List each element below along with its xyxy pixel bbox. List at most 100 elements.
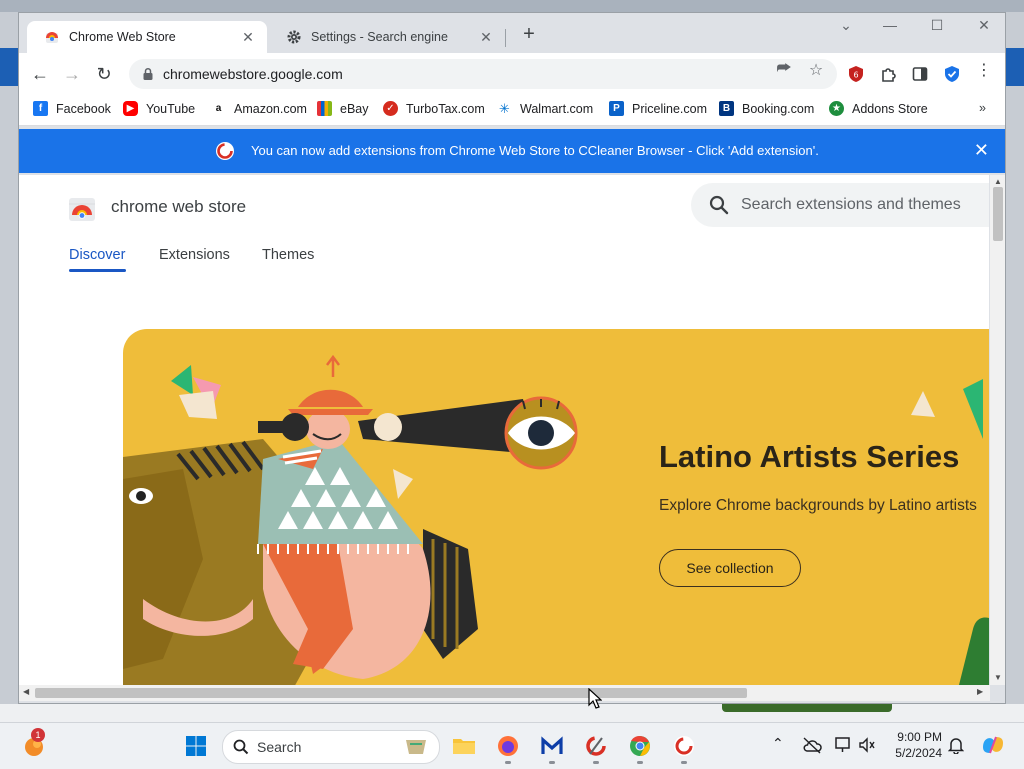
reload-button[interactable]: ↻ — [93, 63, 115, 85]
vertical-scrollbar[interactable]: ▲ ▼ — [990, 175, 1005, 685]
horizontal-scroll-thumb[interactable] — [35, 688, 747, 698]
close-infobar-icon[interactable]: ✕ — [974, 140, 989, 161]
horizontal-scrollbar[interactable]: ◀ ▶ — [19, 685, 990, 701]
bookmark-label: Facebook — [56, 101, 111, 116]
network-icon[interactable] — [834, 736, 854, 754]
bookmark-label: YouTube — [146, 101, 196, 116]
security-shield-icon[interactable] — [943, 65, 961, 83]
running-indicator — [505, 761, 511, 764]
minimize-button[interactable]: — — [875, 17, 905, 33]
tab-extensions[interactable]: Extensions — [159, 247, 230, 263]
ccleaner-icon — [216, 142, 234, 160]
menu-kebab-icon[interactable]: ⋮ — [975, 60, 993, 79]
bookmark-youtube[interactable]: ▶ YouTube — [123, 101, 195, 116]
search-highlight-icon — [406, 740, 426, 754]
ccleaner-app-icon[interactable] — [582, 732, 610, 760]
infobar-message: You can now add extensions from Chrome W… — [251, 143, 819, 158]
speaker-muted-icon[interactable] — [858, 737, 876, 753]
scroll-down-arrow[interactable]: ▼ — [990, 673, 1005, 682]
ublock-shield-icon[interactable]: 6 — [847, 65, 865, 83]
extension-badge: 6 — [853, 71, 858, 80]
ccleaner-browser-icon[interactable] — [670, 732, 698, 760]
maximize-button[interactable]: ☐ — [922, 17, 952, 34]
priceline-icon: P — [609, 101, 624, 116]
tab-settings-search-engine[interactable]: Settings - Search engine ✕ — [269, 21, 505, 53]
active-tab-indicator — [69, 269, 126, 272]
puzzle-extensions-icon[interactable] — [879, 65, 897, 83]
bookmark-label: Booking.com — [742, 101, 815, 116]
windows-start-icon[interactable] — [182, 732, 210, 760]
chrome-web-store-icon — [45, 30, 59, 44]
bookmark-priceline[interactable]: P Priceline.com — [609, 101, 707, 116]
copilot-icon[interactable] — [980, 733, 1006, 757]
running-indicator — [593, 761, 599, 764]
taskbar-search-input[interactable]: Search — [222, 730, 440, 764]
url-text: chromewebstore.google.com — [163, 66, 343, 82]
bookmark-label: Addons Store — [852, 101, 928, 116]
bookmark-addons-store[interactable]: ★ Addons Store — [829, 101, 928, 116]
scroll-up-arrow[interactable]: ▲ — [990, 177, 1005, 186]
youtube-icon: ▶ — [123, 101, 138, 116]
booking-icon: B — [719, 101, 734, 116]
bookmark-label: eBay — [340, 101, 369, 116]
bookmark-facebook[interactable]: f Facebook — [33, 101, 111, 116]
show-hidden-icons-chevron[interactable]: ⌃ — [772, 735, 784, 752]
address-bar[interactable]: chromewebstore.google.com — [129, 59, 837, 89]
tab-title: Chrome Web Store — [69, 30, 176, 44]
tab-discover[interactable]: Discover — [69, 247, 125, 263]
hero-title: Latino Artists Series — [659, 439, 960, 474]
clock-time: 9:00 PM — [897, 730, 942, 744]
background-window-edge — [1006, 48, 1024, 86]
browser-toolbar: ← → ↻ chromewebstore.google.com ⮫ ☆ 6 ⋮ — [19, 53, 1005, 95]
firefox-icon[interactable] — [494, 732, 522, 760]
scroll-right-arrow[interactable]: ▶ — [977, 687, 983, 696]
tab-themes[interactable]: Themes — [262, 247, 314, 263]
back-button[interactable]: ← — [29, 63, 51, 85]
tab-separator — [505, 29, 506, 47]
bookmark-turbotax[interactable]: ✓ TurboTax.com — [383, 101, 485, 116]
facebook-icon: f — [33, 101, 48, 116]
bookmarks-overflow-button[interactable]: » — [979, 101, 986, 115]
bookmark-star-icon[interactable]: ☆ — [807, 60, 825, 79]
running-indicator — [549, 761, 555, 764]
hero-banner[interactable]: Latino Artists Series Explore Chrome bac… — [123, 329, 989, 685]
walmart-spark-icon: ✳ — [497, 101, 512, 116]
malwarebytes-icon[interactable] — [538, 732, 566, 760]
new-tab-button[interactable]: + — [517, 23, 541, 46]
notification-bell-icon[interactable] — [948, 736, 964, 754]
file-explorer-icon[interactable] — [450, 732, 478, 760]
share-icon[interactable]: ⮫ — [775, 60, 793, 78]
lock-icon — [143, 67, 153, 80]
hero-subtitle: Explore Chrome backgrounds by Latino art… — [659, 497, 977, 514]
taskbar-search-placeholder: Search — [257, 739, 302, 755]
close-tab-icon[interactable]: ✕ — [239, 29, 257, 46]
bookmark-booking[interactable]: B Booking.com — [719, 101, 814, 116]
vertical-scroll-thumb[interactable] — [993, 187, 1003, 241]
store-search-input[interactable]: Search extensions and themes — [691, 183, 989, 227]
onedrive-cloud-icon[interactable] — [802, 736, 822, 754]
scroll-left-arrow[interactable]: ◀ — [23, 687, 29, 696]
tab-search-chevron-icon[interactable]: ⌄ — [831, 17, 861, 34]
tab-chrome-web-store[interactable]: Chrome Web Store ✕ — [27, 21, 267, 53]
ccleaner-infobar: You can now add extensions from Chrome W… — [19, 129, 1005, 173]
tab-strip: Chrome Web Store ✕ Settings - Search eng… — [19, 13, 1005, 53]
windows-taskbar: 1 Search ⌃ 9:00 PM 5/2/2024 — [0, 722, 1024, 769]
running-indicator — [681, 761, 687, 764]
ebay-icon — [317, 101, 332, 116]
bookmark-ebay[interactable]: eBay — [317, 101, 369, 116]
background-window-edge — [722, 704, 892, 712]
search-placeholder: Search extensions and themes — [741, 196, 961, 213]
bookmark-label: Amazon.com — [234, 101, 307, 116]
see-collection-button[interactable]: See collection — [659, 549, 801, 587]
bookmark-walmart[interactable]: ✳ Walmart.com — [497, 101, 593, 116]
forward-button[interactable]: → — [61, 63, 83, 85]
running-indicator — [637, 761, 643, 764]
close-window-button[interactable]: ✕ — [969, 17, 999, 34]
amazon-icon: a — [211, 101, 226, 116]
system-clock[interactable]: 9:00 PM 5/2/2024 — [888, 729, 942, 761]
latino-artists-illustration — [123, 354, 578, 685]
close-tab-icon[interactable]: ✕ — [477, 29, 495, 46]
bookmark-amazon[interactable]: a Amazon.com — [211, 101, 307, 116]
chrome-icon[interactable] — [626, 732, 654, 760]
side-panel-icon[interactable] — [911, 65, 929, 83]
